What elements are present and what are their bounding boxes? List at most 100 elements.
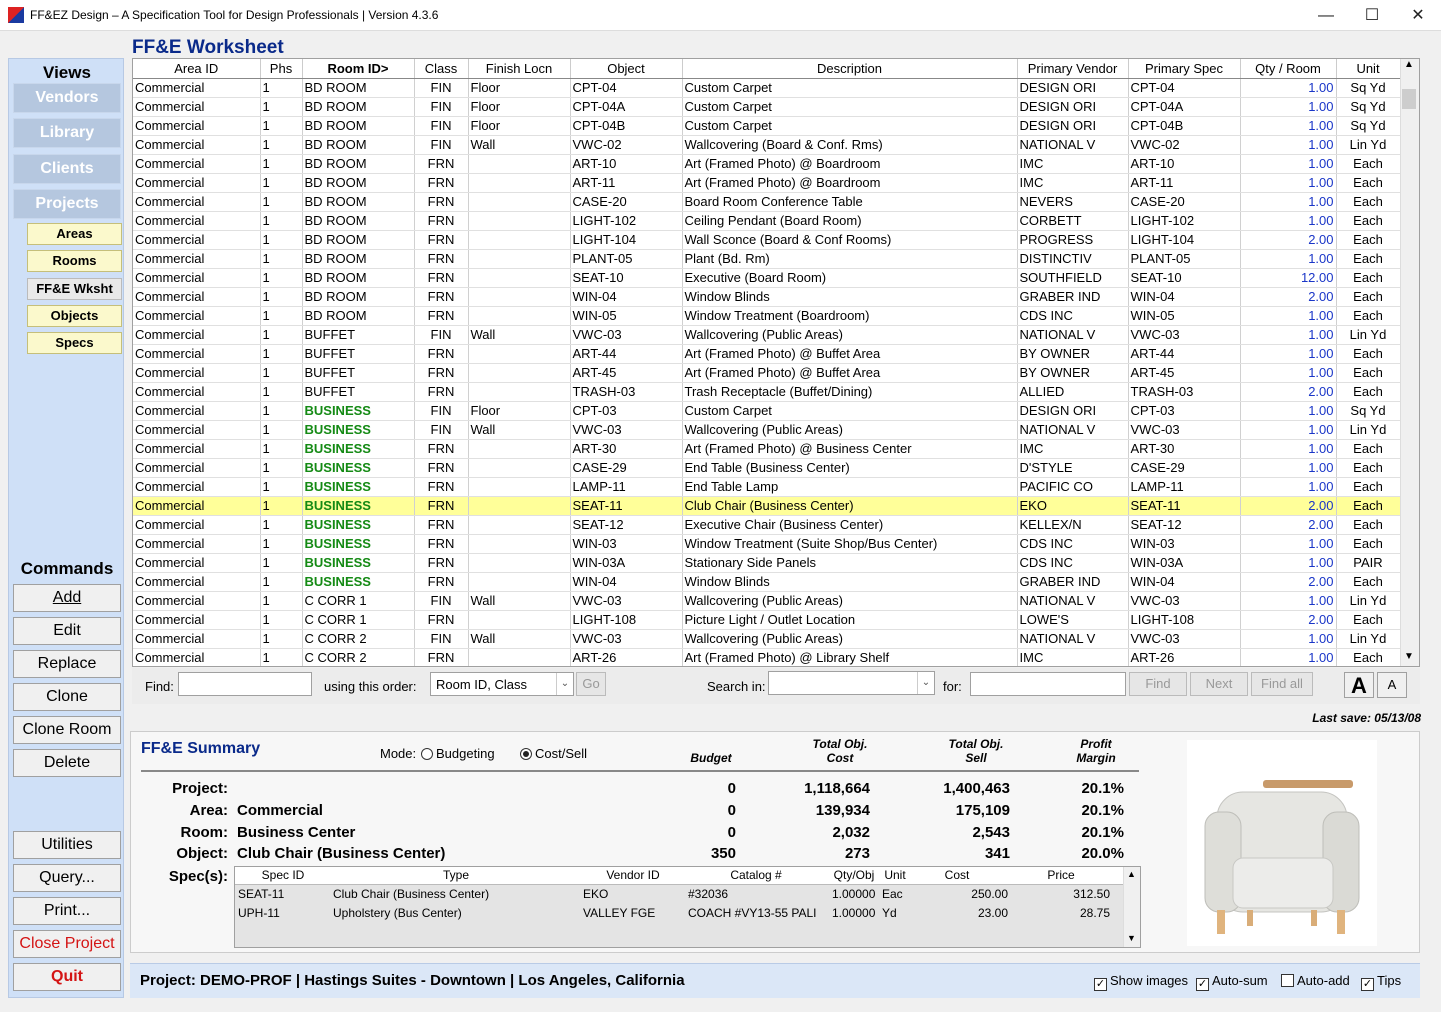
table-cell[interactable]: SEAT-11 xyxy=(1128,496,1241,516)
spec-cell[interactable]: SEAT-11 xyxy=(238,887,284,901)
table-cell[interactable]: 1 xyxy=(260,439,303,459)
table-cell[interactable]: 2.00 xyxy=(1240,230,1337,250)
query-button[interactable]: Query... xyxy=(13,864,121,892)
minimize-icon[interactable]: — xyxy=(1303,0,1349,31)
table-cell[interactable]: VWC-03 xyxy=(1128,591,1241,611)
tips-checkbox[interactable]: ✓ Tips xyxy=(1361,973,1401,991)
table-cell[interactable]: 1.00 xyxy=(1240,211,1337,231)
add-button[interactable]: Add xyxy=(13,584,121,612)
table-cell[interactable]: Board Room Conference Table xyxy=(682,192,1018,212)
table-cell[interactable]: 1.00 xyxy=(1240,553,1337,573)
table-cell[interactable]: KELLEX/N xyxy=(1017,515,1129,535)
table-row[interactable]: Commercial 1 BUFFET FRN ART-45 Art (Framed Ph… xyxy=(133,363,1401,383)
table-cell[interactable]: CPT-03 xyxy=(570,401,683,421)
spec-cell[interactable]: #32036 xyxy=(688,887,728,901)
table-cell[interactable]: 1.00 xyxy=(1240,591,1337,611)
table-cell[interactable]: TRASH-03 xyxy=(570,382,683,402)
spec-cell[interactable]: Club Chair (Business Center) xyxy=(333,887,489,901)
table-cell[interactable]: LIGHT-108 xyxy=(570,610,683,630)
table-cell[interactable]: 12.00 xyxy=(1240,268,1337,288)
scrollbar-thumb[interactable] xyxy=(1402,89,1416,109)
table-cell[interactable]: DESIGN ORI xyxy=(1017,116,1129,136)
table-cell[interactable]: Custom Carpet xyxy=(682,116,1018,136)
table-cell[interactable]: Window Treatment (Suite Shop/Bus Center) xyxy=(682,534,1018,554)
table-cell[interactable]: ART-10 xyxy=(570,154,683,174)
close-project-button[interactable]: Close Project xyxy=(13,930,121,958)
table-cell[interactable]: CPT-04A xyxy=(1128,97,1241,117)
table-cell[interactable]: 1 xyxy=(260,363,303,383)
table-row[interactable]: Commercial 1 BD ROOM FIN Floor CPT-04A Custom … xyxy=(133,97,1401,117)
table-cell[interactable]: 1 xyxy=(260,515,303,535)
order-select[interactable]: Room ID, Class ⌄ xyxy=(430,672,574,696)
table-cell[interactable]: BUSINESS xyxy=(302,496,415,516)
column-header[interactable]: Area ID xyxy=(133,59,261,79)
spec-cell[interactable]: 1.00000 xyxy=(832,906,875,920)
table-cell[interactable]: NEVERS xyxy=(1017,192,1129,212)
table-cell[interactable]: NATIONAL V xyxy=(1017,135,1129,155)
table-cell[interactable]: Commercial xyxy=(133,249,261,269)
table-cell[interactable]: 1 xyxy=(260,534,303,554)
table-cell[interactable]: FRN xyxy=(414,230,469,250)
table-cell[interactable]: NATIONAL V xyxy=(1017,591,1129,611)
table-cell[interactable]: CDS INC xyxy=(1017,534,1129,554)
scroll-down-icon[interactable]: ▼ xyxy=(1127,933,1136,943)
table-cell[interactable]: Trash Receptacle (Buffet/Dining) xyxy=(682,382,1018,402)
table-cell[interactable]: Commercial xyxy=(133,629,261,649)
auto-add-checkbox[interactable]: Auto-add xyxy=(1281,973,1350,988)
table-row[interactable]: Commercial 1 BD ROOM FRN CASE-20 Board Room C… xyxy=(133,192,1401,212)
table-cell[interactable]: Custom Carpet xyxy=(682,401,1018,421)
table-cell[interactable]: FIN xyxy=(414,116,469,136)
table-cell[interactable]: WIN-03 xyxy=(1128,534,1241,554)
table-cell[interactable]: FRN xyxy=(414,211,469,231)
table-cell[interactable]: BD ROOM xyxy=(302,268,415,288)
table-cell[interactable]: 1 xyxy=(260,458,303,478)
table-cell[interactable]: VWC-03 xyxy=(570,325,683,345)
column-header[interactable]: Description xyxy=(682,59,1018,79)
table-cell[interactable] xyxy=(468,382,571,402)
table-cell[interactable]: Each xyxy=(1336,496,1401,516)
table-cell[interactable]: FIN xyxy=(414,420,469,440)
find-input[interactable] xyxy=(178,672,312,696)
table-cell[interactable]: Lin Yd xyxy=(1336,135,1401,155)
table-cell[interactable]: 1.00 xyxy=(1240,401,1337,421)
table-cell[interactable]: BD ROOM xyxy=(302,97,415,117)
table-cell[interactable]: 1.00 xyxy=(1240,192,1337,212)
table-cell[interactable]: Art (Framed Photo) @ Buffet Area xyxy=(682,363,1018,383)
table-cell[interactable]: Commercial xyxy=(133,648,261,666)
find-all-button[interactable]: Find all xyxy=(1251,672,1313,696)
table-cell[interactable]: DESIGN ORI xyxy=(1017,401,1129,421)
table-cell[interactable]: Sq Yd xyxy=(1336,78,1401,98)
table-cell[interactable]: WIN-04 xyxy=(1128,287,1241,307)
spec-cell[interactable]: 23.00 xyxy=(911,906,1008,920)
table-cell[interactable]: Commercial xyxy=(133,211,261,231)
table-row[interactable]: Commercial 1 BUFFET FRN TRASH-03 Trash Recept… xyxy=(133,382,1401,402)
table-cell[interactable]: Commercial xyxy=(133,116,261,136)
table-cell[interactable] xyxy=(468,572,571,592)
table-cell[interactable]: 1.00 xyxy=(1240,439,1337,459)
table-cell[interactable]: 1.00 xyxy=(1240,116,1337,136)
table-cell[interactable]: 1.00 xyxy=(1240,458,1337,478)
table-cell[interactable]: 1 xyxy=(260,249,303,269)
table-cell[interactable]: Wall xyxy=(468,591,571,611)
view-library-button[interactable]: Library xyxy=(13,118,121,148)
table-cell[interactable]: Sq Yd xyxy=(1336,97,1401,117)
column-header[interactable]: Qty / Room xyxy=(1240,59,1337,79)
table-cell[interactable]: 1 xyxy=(260,477,303,497)
table-cell[interactable]: EKO xyxy=(1017,496,1129,516)
table-cell[interactable] xyxy=(468,344,571,364)
table-cell[interactable]: VWC-02 xyxy=(570,135,683,155)
table-cell[interactable]: 1 xyxy=(260,116,303,136)
find-button[interactable]: Find xyxy=(1129,672,1187,696)
utilities-button[interactable]: Utilities xyxy=(13,831,121,859)
view-clients-button[interactable]: Clients xyxy=(13,154,121,184)
chevron-down-icon[interactable]: ⌄ xyxy=(556,673,573,695)
table-cell[interactable]: 1.00 xyxy=(1240,648,1337,666)
auto-sum-checkbox[interactable]: ✓ Auto-sum xyxy=(1196,973,1268,991)
table-cell[interactable]: Commercial xyxy=(133,135,261,155)
table-cell[interactable]: ART-30 xyxy=(570,439,683,459)
table-cell[interactable] xyxy=(468,458,571,478)
table-cell[interactable]: 2.00 xyxy=(1240,287,1337,307)
scroll-up-icon[interactable]: ▲ xyxy=(1404,59,1414,70)
table-cell[interactable]: PACIFIC CO xyxy=(1017,477,1129,497)
font-smaller-button[interactable]: A xyxy=(1377,672,1407,698)
